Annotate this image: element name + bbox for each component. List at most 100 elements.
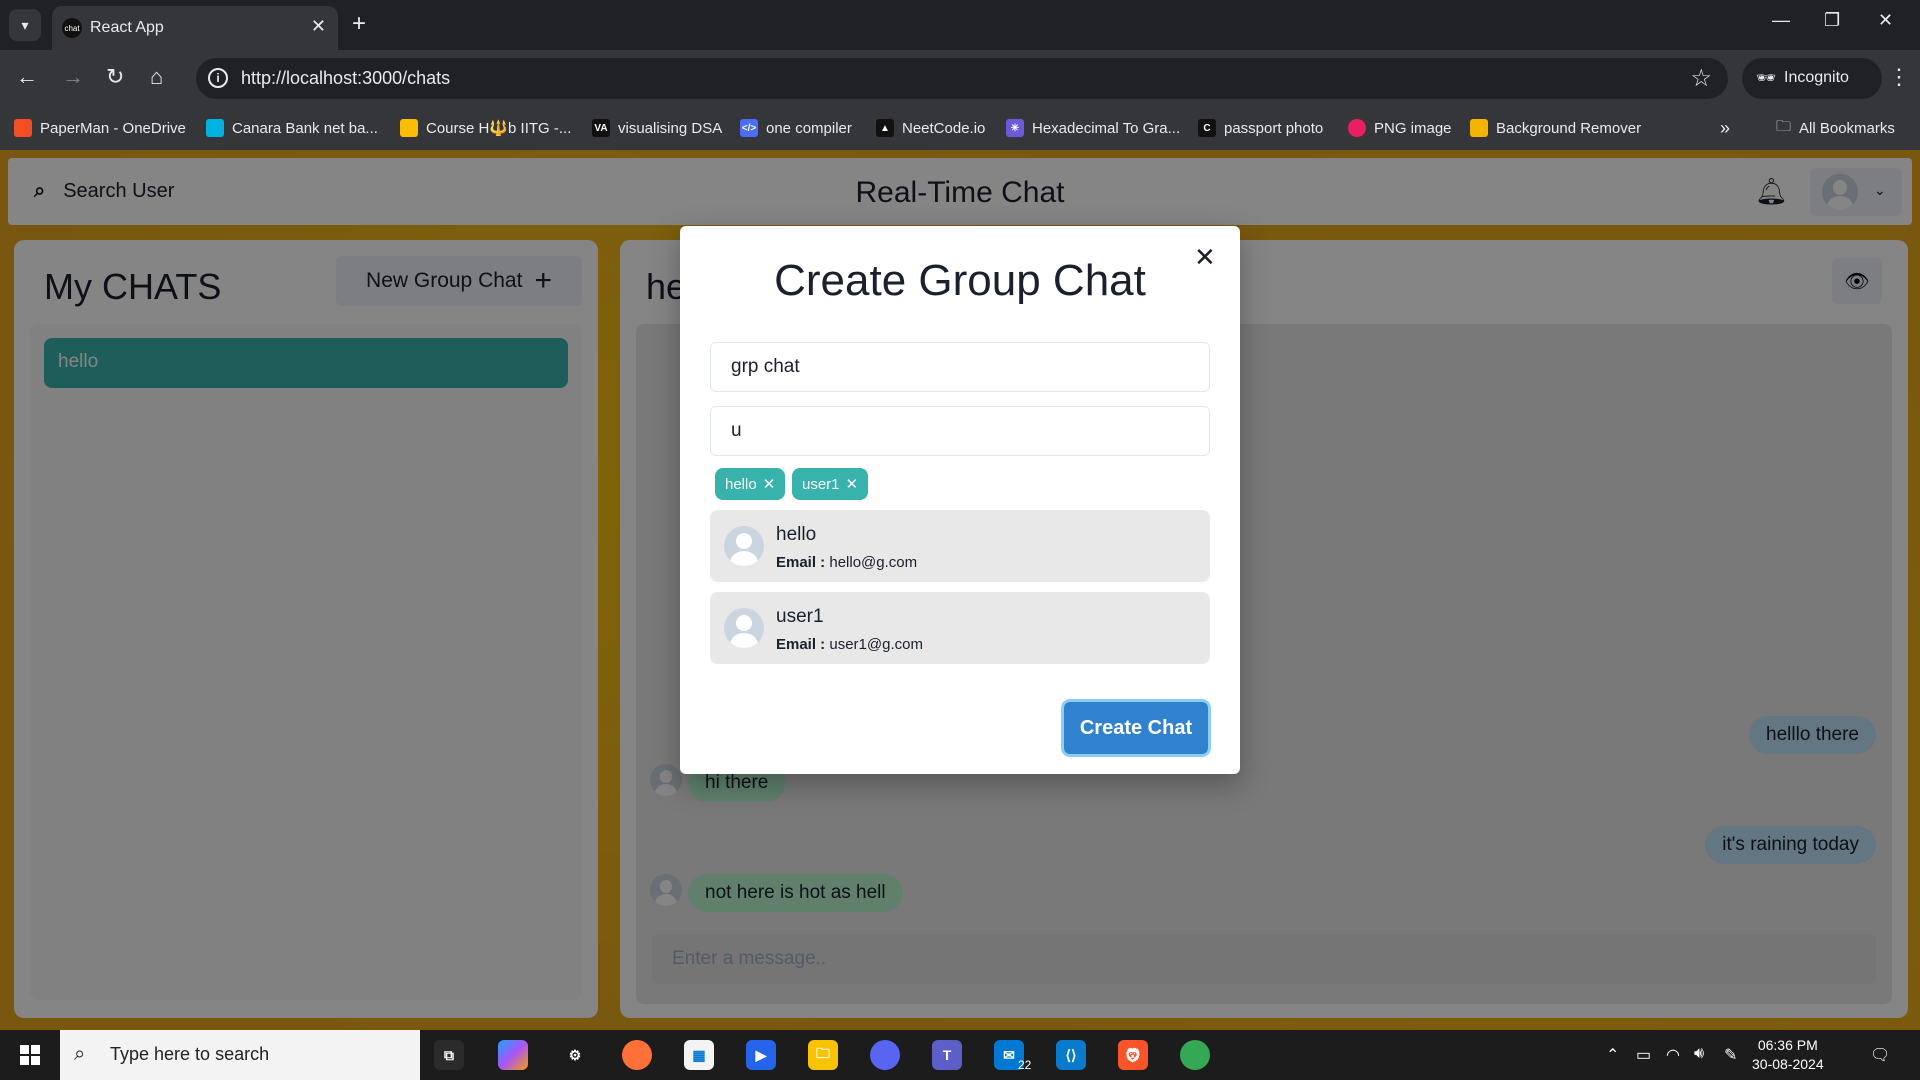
bookmark-item[interactable]: PNG image (1348, 116, 1452, 140)
restore-icon[interactable]: ❐ (1824, 10, 1840, 31)
bookmark-favicon-icon: C (1198, 119, 1216, 137)
mail-badge: 22 (1018, 1058, 1032, 1072)
search-icon: ⌕ (74, 1043, 86, 1065)
selected-user-badge[interactable]: user1 ✕ (792, 468, 869, 500)
bookmark-item[interactable]: Cpassport photo (1198, 116, 1323, 140)
tray-chevron-up-icon[interactable]: ⌃ (1606, 1045, 1619, 1065)
user-search-result[interactable]: hello Email : hello@g.com (710, 510, 1210, 582)
bookmark-item[interactable]: Background Remover (1470, 116, 1641, 140)
bookmark-label: visualising DSA (618, 119, 723, 137)
bookmark-item[interactable]: Canara Bank net ba... (206, 116, 378, 140)
site-info-icon[interactable]: i (208, 68, 228, 88)
chat-name-field[interactable]: grp chat (710, 342, 1210, 392)
settings-gear-icon[interactable]: ⚙ (560, 1040, 590, 1070)
incognito-badge[interactable]: 🕶 Incognito (1742, 58, 1882, 99)
pen-icon[interactable]: ✎ (1724, 1045, 1737, 1065)
notifications-icon[interactable]: 🗨 (1870, 1045, 1890, 1065)
bookmark-label: one compiler (766, 119, 852, 137)
home-icon[interactable]: ⌂ (150, 64, 163, 90)
selected-user-badge[interactable]: hello ✕ (715, 468, 786, 500)
bookmark-favicon-icon: </> (740, 119, 758, 137)
browser-tab[interactable]: chat React App ✕ (52, 6, 338, 50)
close-icon[interactable]: ✕ (1194, 242, 1216, 273)
bookmark-item[interactable]: Course H🔱b IITG -... (400, 116, 571, 140)
email-value: user1@g.com (829, 636, 923, 653)
store-icon[interactable]: ▦ (684, 1040, 714, 1070)
bookmark-favicon-icon: VA (592, 119, 610, 137)
bookmark-favicon-icon (1470, 119, 1488, 137)
bookmark-item[interactable]: ▲ NeetCode.io (876, 116, 985, 140)
bookmark-star-icon[interactable]: ☆ (1690, 64, 1712, 93)
tab-search-chevron-icon[interactable]: ▾ (9, 9, 41, 41)
copilot-icon[interactable] (498, 1040, 528, 1070)
browser-toolbar: ← → ↻ ⌂ i http://localhost:3000/chats ☆ … (0, 50, 1920, 107)
bookmark-label: PNG image (1374, 119, 1452, 137)
bookmark-label: Course H🔱b IITG -... (426, 120, 572, 137)
firefox-icon[interactable] (622, 1040, 652, 1070)
user-name: user1 (776, 606, 824, 627)
bookmark-item[interactable]: </> one compiler (740, 116, 852, 140)
badge-label: user1 (802, 475, 840, 493)
tab-close-icon[interactable]: ✕ (311, 16, 326, 37)
battery-icon[interactable]: ▭ (1636, 1045, 1651, 1065)
window-close-icon[interactable]: ✕ (1878, 10, 1893, 31)
clock-time: 06:36 PM (1757, 1037, 1818, 1053)
bookmark-label: Background Remover (1496, 119, 1642, 137)
remove-user-icon[interactable]: ✕ (846, 475, 859, 493)
task-view-icon[interactable]: ⧉ (434, 1040, 464, 1070)
discord-icon[interactable] (870, 1040, 900, 1070)
more-bookmarks-icon[interactable]: » (1720, 116, 1730, 140)
user-email: Email : hello@g.com (776, 554, 917, 571)
email-label: Email : (776, 554, 826, 571)
taskbar-search[interactable]: ⌕ Type here to search (60, 1030, 420, 1080)
bookmark-label: NeetCode.io (902, 119, 986, 137)
user-search-result[interactable]: user1 Email : user1@g.com (710, 592, 1210, 664)
taskbar-clock[interactable]: 06:36 PM 30-08-2024 (1752, 1036, 1824, 1074)
create-group-modal: Create Group Chat ✕ grp chat u hello ✕ u… (680, 226, 1240, 774)
avatar (724, 608, 764, 648)
email-value: hello@g.com (829, 554, 918, 571)
back-icon[interactable]: ← (16, 64, 38, 90)
reload-icon[interactable]: ↻ (106, 64, 124, 90)
address-bar[interactable]: i http://localhost:3000/chats ☆ (196, 58, 1728, 99)
brave-icon[interactable]: 🦁︎ (1118, 1040, 1148, 1070)
all-bookmarks[interactable]: 🗀 All Bookmarks (1776, 116, 1895, 140)
bookmark-label: PaperMan - OneDrive (40, 119, 186, 137)
incognito-label: Incognito (1784, 69, 1849, 86)
avatar (724, 526, 764, 566)
windows-start-icon[interactable] (20, 1045, 40, 1065)
page-viewport: ⌕ Search User Real-Time Chat 🔔︎ ⌄ My CHA… (0, 150, 1920, 1030)
bookmark-favicon-icon (400, 119, 418, 137)
bookmark-item[interactable]: VA visualising DSA (592, 116, 722, 140)
bookmark-favicon-icon: ✳ (1006, 119, 1024, 137)
vscode-icon[interactable]: ⟨⟩ (1056, 1040, 1086, 1070)
bookmark-item[interactable]: ✳ Hexadecimal To Gra... (1006, 116, 1180, 140)
bookmark-favicon-icon (14, 119, 32, 137)
user-name: hello (776, 524, 817, 545)
bookmark-favicon-icon (206, 119, 224, 137)
remove-user-icon[interactable]: ✕ (763, 475, 776, 493)
bookmark-favicon-icon (1348, 119, 1366, 137)
bing-icon[interactable]: ▶ (746, 1040, 776, 1070)
volume-icon[interactable]: 🔊︎ (1694, 1045, 1704, 1063)
bookmark-item[interactable]: PaperMan - OneDrive (14, 116, 186, 140)
chrome-icon[interactable] (1180, 1040, 1210, 1070)
browser-menu-icon[interactable]: ⋮ (1888, 64, 1910, 90)
forward-icon[interactable]: → (62, 64, 84, 90)
teams-icon[interactable]: T (932, 1040, 962, 1070)
badge-label: hello (725, 475, 757, 493)
tab-title: React App (90, 19, 164, 36)
wifi-icon[interactable]: ◠ (1666, 1045, 1680, 1065)
file-explorer-icon[interactable]: 🗀 (808, 1040, 838, 1070)
url-text[interactable]: http://localhost:3000/chats (241, 68, 450, 89)
browser-tab-bar: ▾ chat React App ✕ + — ❐ ✕ (0, 0, 1920, 50)
email-label: Email : (776, 636, 826, 653)
bookmark-label: Canara Bank net ba... (232, 119, 378, 137)
new-tab-icon[interactable]: + (352, 10, 366, 38)
minimize-icon[interactable]: — (1772, 10, 1790, 31)
create-chat-button[interactable]: Create Chat (1064, 702, 1208, 754)
folder-icon: 🗀 (1776, 117, 1792, 135)
add-users-search-field[interactable]: u (710, 406, 1210, 456)
user-email: Email : user1@g.com (776, 636, 923, 653)
bookmark-label: passport photo (1224, 119, 1324, 137)
